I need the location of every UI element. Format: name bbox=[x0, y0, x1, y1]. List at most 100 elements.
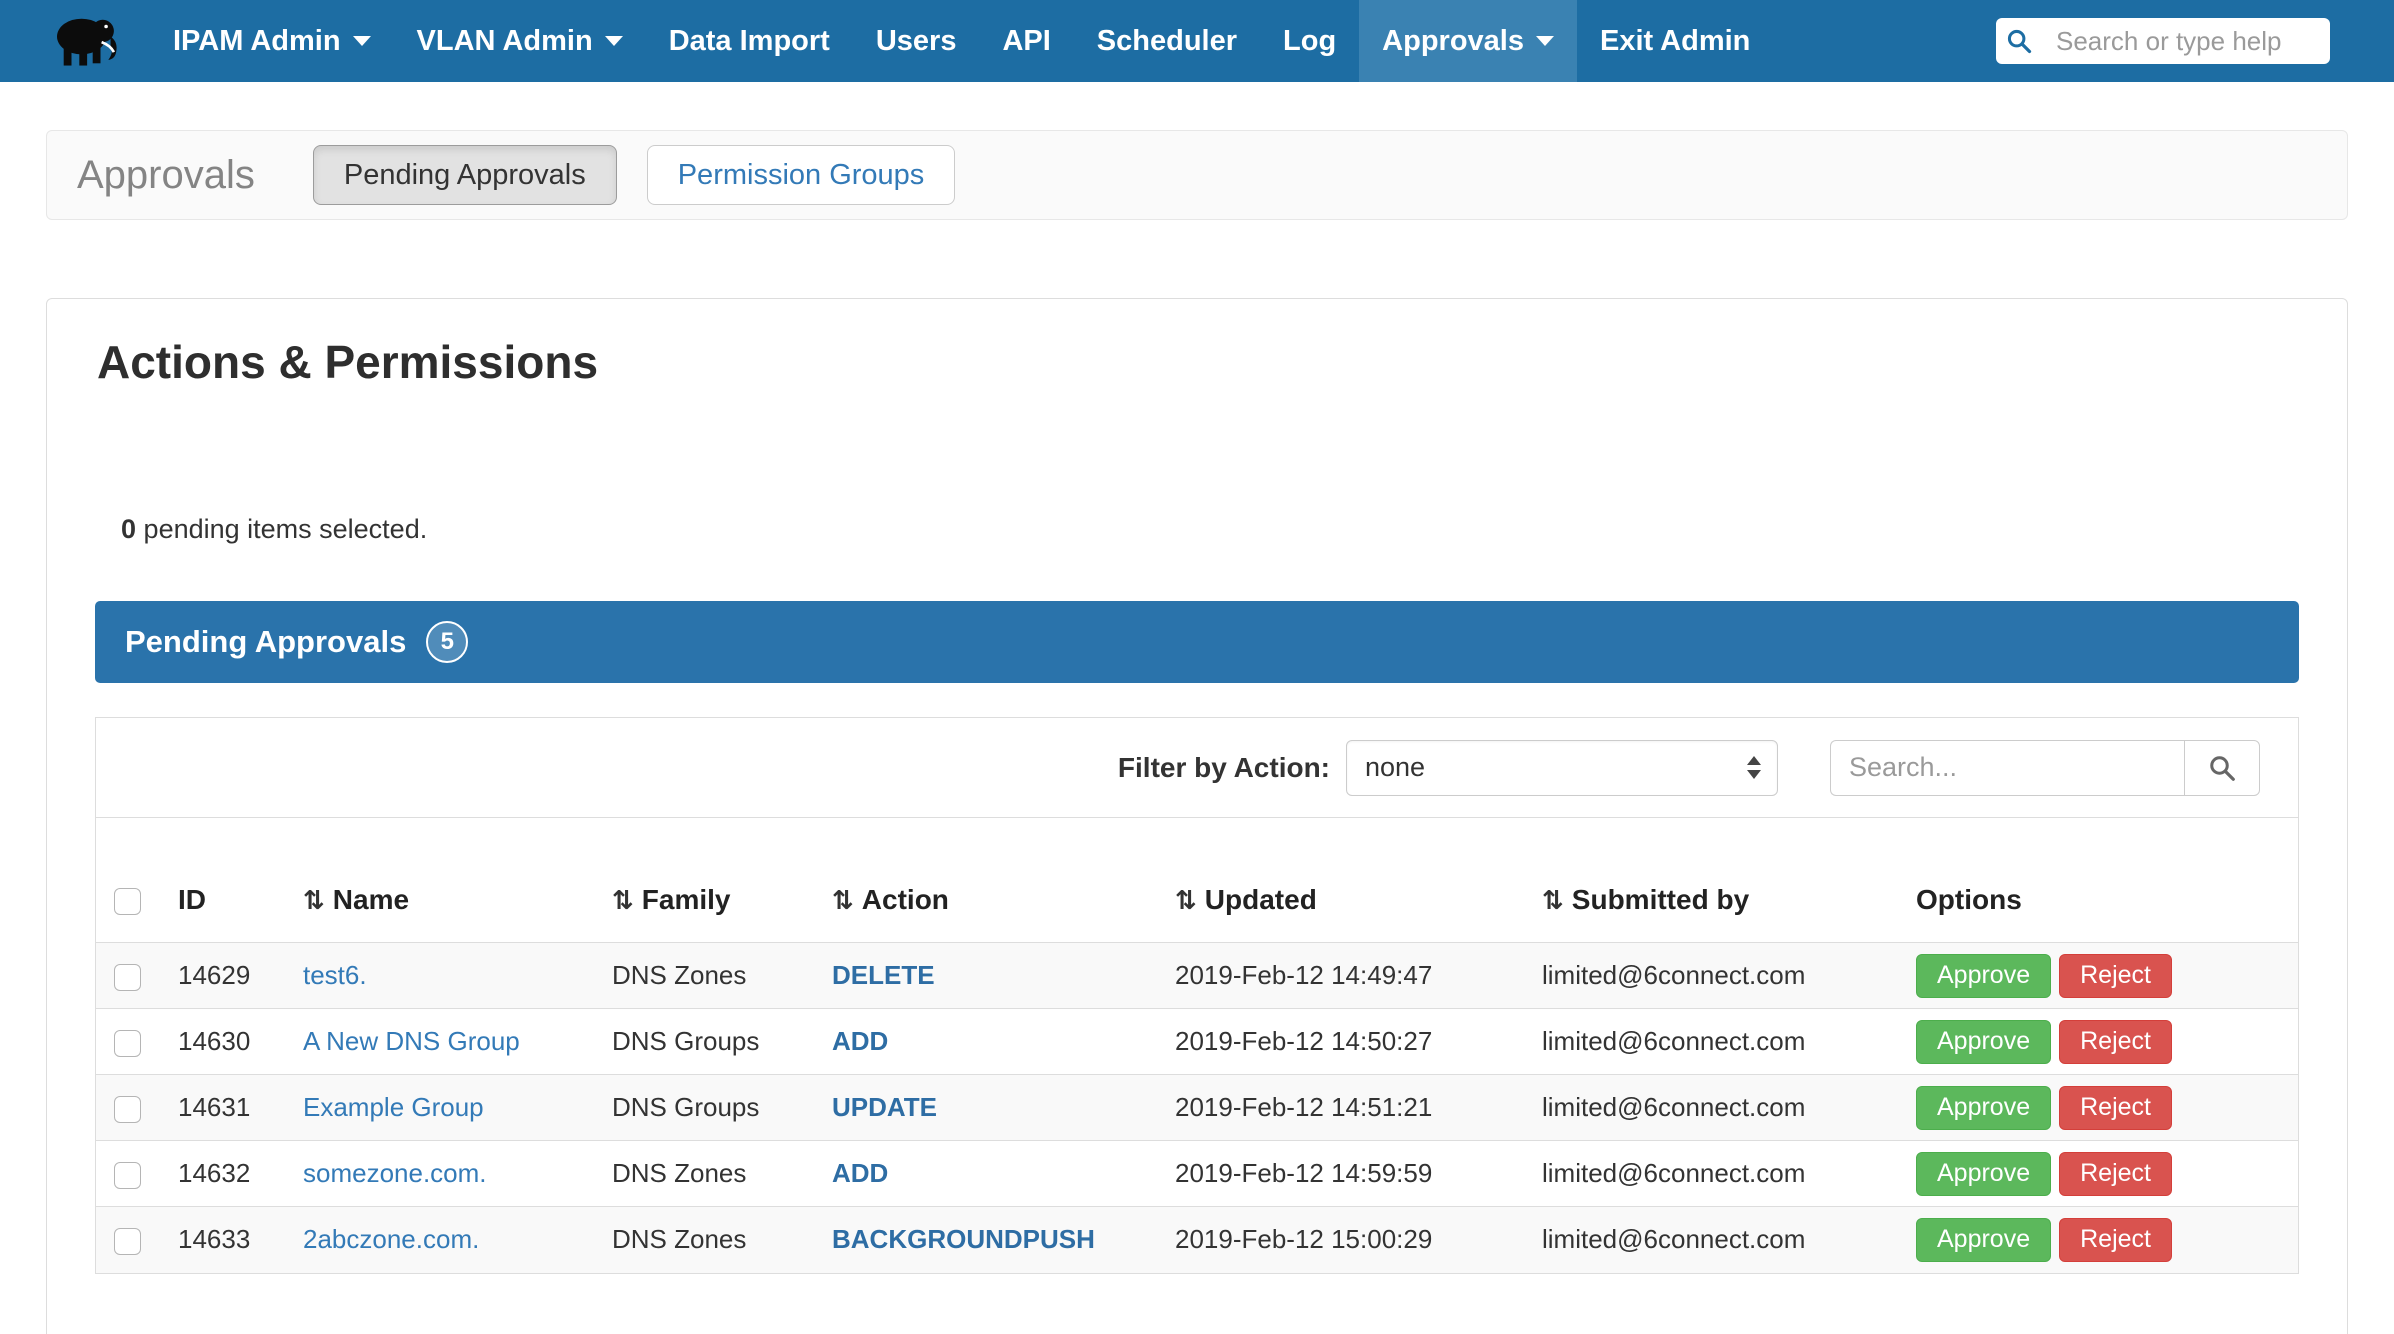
nav-exit-admin[interactable]: Exit Admin bbox=[1577, 0, 1773, 82]
action-filter-select[interactable]: none bbox=[1346, 740, 1778, 796]
cell-updated: 2019-Feb-12 15:00:29 bbox=[1163, 1207, 1530, 1273]
cell-select bbox=[96, 943, 166, 1009]
sort-icon: ⇅ bbox=[303, 886, 325, 916]
filter-toolbar: Filter by Action: none bbox=[96, 718, 2298, 818]
reject-button[interactable]: Reject bbox=[2059, 1152, 2172, 1196]
table-row: 14633 2abczone.com. DNS Zones BACKGROUND… bbox=[96, 1207, 2298, 1273]
cell-submitted-by: limited@6connect.com bbox=[1530, 1075, 1904, 1141]
mammoth-icon bbox=[50, 12, 122, 70]
select-arrows-icon bbox=[1747, 756, 1761, 779]
chevron-down-icon bbox=[353, 36, 371, 46]
approve-button[interactable]: Approve bbox=[1916, 1020, 2051, 1064]
select-all-checkbox[interactable] bbox=[114, 888, 141, 915]
approval-name-link[interactable]: somezone.com. bbox=[303, 1158, 487, 1188]
table-header-row: ID ⇅Name ⇅Family ⇅Action ⇅Updated ⇅Submi… bbox=[96, 818, 2298, 943]
table-row: 14630 A New DNS Group DNS Groups ADD 201… bbox=[96, 1009, 2298, 1075]
approve-button[interactable]: Approve bbox=[1916, 954, 2051, 998]
cell-id: 14630 bbox=[166, 1009, 291, 1075]
cell-select bbox=[96, 1207, 166, 1273]
reject-button[interactable]: Reject bbox=[2059, 1218, 2172, 1262]
col-header-options: Options bbox=[1904, 818, 2298, 943]
cell-submitted-by: limited@6connect.com bbox=[1530, 943, 1904, 1009]
cell-options: ApproveReject bbox=[1904, 1207, 2298, 1273]
cell-action: UPDATE bbox=[820, 1075, 1163, 1141]
cell-submitted-by: limited@6connect.com bbox=[1530, 1009, 1904, 1075]
sort-icon: ⇅ bbox=[1175, 886, 1197, 916]
col-header-select bbox=[96, 818, 166, 943]
cell-options: ApproveReject bbox=[1904, 1141, 2298, 1207]
approval-name-link[interactable]: Example Group bbox=[303, 1092, 484, 1122]
page-title: Approvals bbox=[77, 153, 255, 198]
cell-action: ADD bbox=[820, 1141, 1163, 1207]
pending-approvals-table: ID ⇅Name ⇅Family ⇅Action ⇅Updated ⇅Submi… bbox=[96, 818, 2298, 1273]
cell-options: ApproveReject bbox=[1904, 1075, 2298, 1141]
cell-select bbox=[96, 1075, 166, 1141]
approve-button[interactable]: Approve bbox=[1916, 1152, 2051, 1196]
cell-options: ApproveReject bbox=[1904, 943, 2298, 1009]
col-header-family[interactable]: ⇅Family bbox=[600, 818, 820, 943]
cell-family: DNS Zones bbox=[600, 1141, 820, 1207]
cell-name: test6. bbox=[291, 943, 600, 1009]
cell-select bbox=[96, 1141, 166, 1207]
page-header: Approvals Pending Approvals Permission G… bbox=[46, 130, 2348, 220]
sort-icon: ⇅ bbox=[612, 886, 634, 916]
col-header-action[interactable]: ⇅Action bbox=[820, 818, 1163, 943]
cell-family: DNS Groups bbox=[600, 1009, 820, 1075]
row-checkbox[interactable] bbox=[114, 1228, 141, 1255]
cell-name: Example Group bbox=[291, 1075, 600, 1141]
reject-button[interactable]: Reject bbox=[2059, 1020, 2172, 1064]
pending-count-badge: 5 bbox=[426, 621, 468, 663]
approval-name-link[interactable]: A New DNS Group bbox=[303, 1026, 520, 1056]
provision-logo[interactable] bbox=[50, 12, 122, 70]
pending-approvals-header: Pending Approvals 5 bbox=[95, 601, 2299, 683]
row-checkbox[interactable] bbox=[114, 1030, 141, 1057]
nav-scheduler[interactable]: Scheduler bbox=[1074, 0, 1260, 82]
row-checkbox[interactable] bbox=[114, 1096, 141, 1123]
approvals-table-panel: Filter by Action: none ID ⇅ bbox=[95, 717, 2299, 1274]
cell-updated: 2019-Feb-12 14:59:59 bbox=[1163, 1141, 1530, 1207]
table-row: 14629 test6. DNS Zones DELETE 2019-Feb-1… bbox=[96, 943, 2298, 1009]
nav-api[interactable]: API bbox=[979, 0, 1073, 82]
cell-updated: 2019-Feb-12 14:50:27 bbox=[1163, 1009, 1530, 1075]
reject-button[interactable]: Reject bbox=[2059, 1086, 2172, 1130]
tab-pending-approvals[interactable]: Pending Approvals bbox=[313, 145, 617, 205]
nav-log[interactable]: Log bbox=[1260, 0, 1359, 82]
row-checkbox[interactable] bbox=[114, 964, 141, 991]
selected-count-line: 0 pending items selected. bbox=[121, 514, 2299, 545]
row-checkbox[interactable] bbox=[114, 1162, 141, 1189]
cell-id: 14633 bbox=[166, 1207, 291, 1273]
col-header-submitted-by[interactable]: ⇅Submitted by bbox=[1530, 818, 1904, 943]
cell-updated: 2019-Feb-12 14:49:47 bbox=[1163, 943, 1530, 1009]
cell-id: 14631 bbox=[166, 1075, 291, 1141]
cell-action: DELETE bbox=[820, 943, 1163, 1009]
table-search-button[interactable] bbox=[2184, 740, 2260, 796]
nav-approvals[interactable]: Approvals bbox=[1359, 0, 1577, 82]
table-search bbox=[1830, 740, 2260, 796]
table-search-input[interactable] bbox=[1830, 740, 2184, 796]
nav-vlan-admin[interactable]: VLAN Admin bbox=[394, 0, 646, 82]
approval-name-link[interactable]: test6. bbox=[303, 960, 367, 990]
actions-permissions-panel: Actions & Permissions 0 pending items se… bbox=[46, 298, 2348, 1334]
table-row: 14631 Example Group DNS Groups UPDATE 20… bbox=[96, 1075, 2298, 1141]
approval-name-link[interactable]: 2abczone.com. bbox=[303, 1224, 479, 1254]
col-header-name[interactable]: ⇅Name bbox=[291, 818, 600, 943]
cell-family: DNS Groups bbox=[600, 1075, 820, 1141]
help-search-input[interactable] bbox=[2042, 18, 2330, 64]
search-icon bbox=[1996, 18, 2042, 64]
cell-name: 2abczone.com. bbox=[291, 1207, 600, 1273]
nav-menu: IPAM Admin VLAN Admin Data Import Users … bbox=[150, 0, 1773, 82]
approve-button[interactable]: Approve bbox=[1916, 1086, 2051, 1130]
col-header-updated[interactable]: ⇅Updated bbox=[1163, 818, 1530, 943]
reject-button[interactable]: Reject bbox=[2059, 954, 2172, 998]
cell-name: A New DNS Group bbox=[291, 1009, 600, 1075]
filter-label: Filter by Action: bbox=[1118, 752, 1330, 784]
nav-data-import[interactable]: Data Import bbox=[646, 0, 853, 82]
tab-permission-groups[interactable]: Permission Groups bbox=[647, 145, 956, 205]
selected-count: 0 bbox=[121, 514, 136, 544]
cell-family: DNS Zones bbox=[600, 943, 820, 1009]
nav-users[interactable]: Users bbox=[853, 0, 980, 82]
approve-button[interactable]: Approve bbox=[1916, 1218, 2051, 1262]
nav-ipam-admin[interactable]: IPAM Admin bbox=[150, 0, 394, 82]
search-icon bbox=[2207, 753, 2237, 783]
cell-id: 14632 bbox=[166, 1141, 291, 1207]
